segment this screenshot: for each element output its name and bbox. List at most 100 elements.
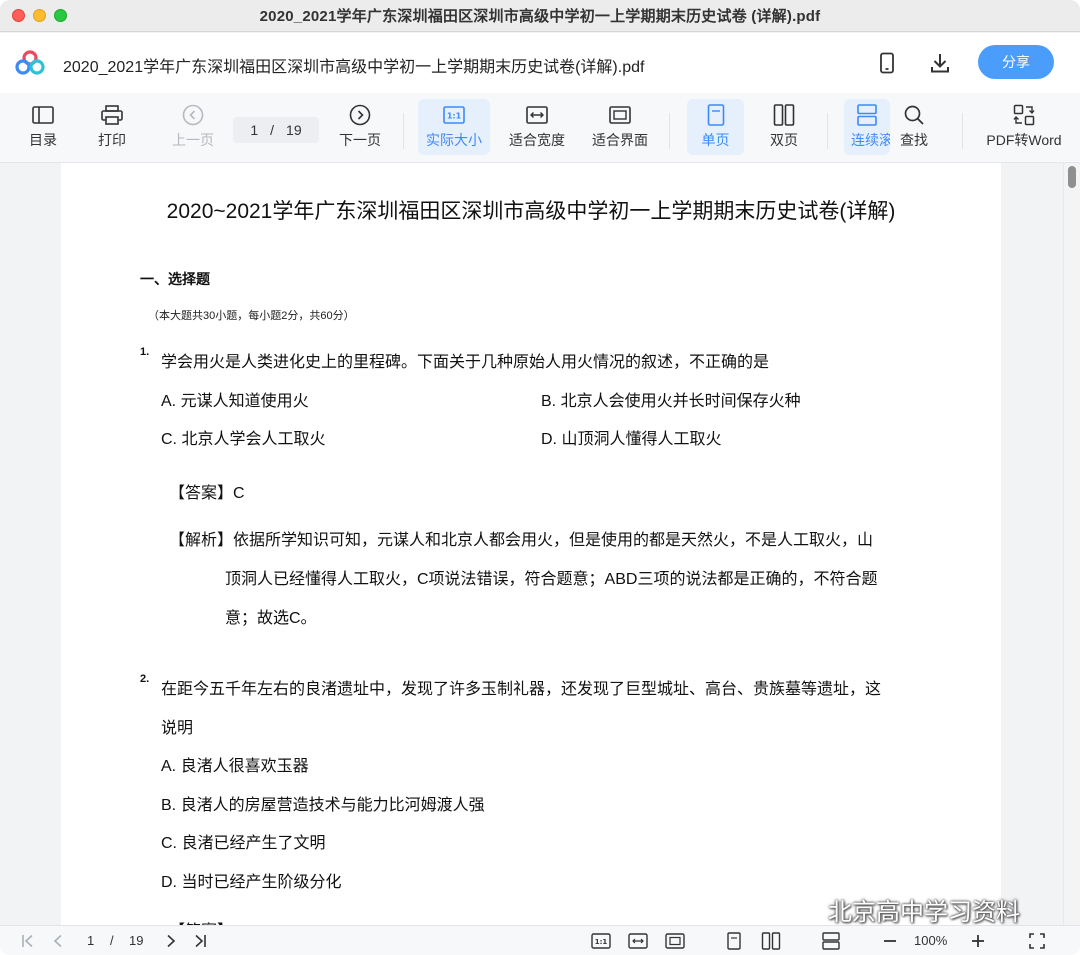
download-icon[interactable] <box>927 50 953 76</box>
actual-size-label: 实际大小 <box>426 132 482 148</box>
question-2-number: 2. <box>140 673 150 685</box>
page-number-input[interactable]: 1 / 19 <box>233 117 319 143</box>
find-label: 查找 <box>900 132 928 148</box>
vertical-scrollbar[interactable] <box>1063 163 1080 925</box>
actual-size-button[interactable]: 1:1 实际大小 <box>418 99 490 155</box>
app-header: 2020_2021学年广东深圳福田区深圳市高级中学初一上学期期末历史试卷(详解)… <box>0 33 1080 93</box>
toolbar-divider <box>669 113 670 149</box>
zoom-in-icon[interactable] <box>968 931 988 951</box>
title-bar: 2020_2021学年广东深圳福田区深圳市高级中学初一上学期期末历史试卷 (详解… <box>0 0 1080 32</box>
single-page-button[interactable]: 单页 <box>687 99 744 155</box>
convert-icon <box>1013 104 1035 126</box>
document-viewport[interactable]: 2020~2021学年广东深圳福田区深圳市高级中学初一上学期期末历史试卷(详解)… <box>0 163 1080 925</box>
continuous-small-icon[interactable] <box>820 931 842 951</box>
question-2-option-d: D. 当时已经产生阶级分化 <box>161 874 342 891</box>
document-name: 2020_2021学年广东深圳福田区深圳市高级中学初一上学期期末历史试卷(详解)… <box>63 59 645 76</box>
svg-text:1:1: 1:1 <box>447 112 462 121</box>
bottom-total-pages: 19 <box>129 933 144 948</box>
prev-page-label: 上一页 <box>172 132 214 148</box>
first-page-icon[interactable] <box>18 931 38 951</box>
question-1-analysis-line-3: 意；故选C。 <box>225 610 317 627</box>
question-1-analysis-line-1: 【解析】依据所学知识可知，元谋人和北京人都会用火，但是使用的都是天然火，不是人工… <box>169 532 874 549</box>
bottom-page-separator: / <box>110 933 114 948</box>
maximize-window-button[interactable] <box>54 9 67 22</box>
toolbar-divider <box>827 113 828 149</box>
fit-width-icon <box>526 106 548 124</box>
toc-label: 目录 <box>29 132 57 148</box>
fit-width-button[interactable]: 适合宽度 <box>506 99 568 155</box>
chevron-left-circle-icon <box>182 104 204 126</box>
watermark-text: 北京高中学习资料 <box>828 899 1020 926</box>
next-page-icon[interactable] <box>161 931 181 951</box>
toolbar: 目录 打印 上一页 1 / 19 下一页 1:1 实际大小 适合宽度 适合界面 … <box>0 93 1080 163</box>
question-1-stem: 学会用火是人类进化史上的里程碑。下面关于几种原始人用火情况的叙述，不正确的是 <box>161 354 770 371</box>
continuous-scroll-label: 连续滚 <box>851 132 890 148</box>
fit-page-icon <box>609 106 631 124</box>
single-page-label: 单页 <box>701 132 730 148</box>
prev-page-button[interactable]: 上一页 <box>170 99 216 155</box>
question-1-option-d: D. 山顶洞人懂得人工取火 <box>541 431 722 448</box>
double-page-icon <box>773 104 795 126</box>
fit-page-label: 适合界面 <box>592 132 648 148</box>
search-icon <box>904 105 924 125</box>
document-title: 2020~2021学年广东深圳福田区深圳市高级中学初一上学期期末历史试卷(详解) <box>166 200 896 223</box>
app-window: 2020_2021学年广东深圳福田区深圳市高级中学初一上学期期末历史试卷 (详解… <box>0 0 1080 955</box>
print-button[interactable]: 打印 <box>91 99 133 155</box>
page-separator: / <box>270 122 275 138</box>
total-pages: 19 <box>286 122 302 138</box>
question-1-answer: 【答案】C <box>169 485 245 502</box>
question-2-option-b: B. 良渚人的房屋营造技术与能力比河姆渡人强 <box>161 797 485 814</box>
double-page-small-icon[interactable] <box>760 931 782 951</box>
fullscreen-icon[interactable] <box>1027 931 1047 951</box>
question-1-option-c: C. 北京人学会人工取火 <box>161 431 326 448</box>
single-page-small-icon[interactable] <box>724 931 744 951</box>
minimize-window-button[interactable] <box>33 9 46 22</box>
scrollbar-thumb[interactable] <box>1068 166 1076 188</box>
find-button[interactable]: 查找 <box>893 99 935 155</box>
fit-width-small-icon[interactable] <box>627 931 649 951</box>
previous-page-icon[interactable] <box>48 931 68 951</box>
zoom-level[interactable]: 100% <box>914 933 947 948</box>
section-heading: 一、选择题 <box>140 271 210 287</box>
question-2-option-a: A. 良渚人很喜欢玉器 <box>161 758 309 775</box>
sidebar-icon <box>32 106 54 124</box>
question-2-stem-line-2: 说明 <box>161 720 194 737</box>
question-2-option-c: C. 良渚已经产生了文明 <box>161 835 326 852</box>
question-1-analysis-line-2: 顶洞人已经懂得人工取火，C项说法错误，符合题意；ABD三项的说法都是正确的，不符… <box>225 571 878 588</box>
question-2-stem-line-1: 在距今五千年左右的良渚遗址中，发现了许多玉制礼器，还发现了巨型城址、高台、贵族墓… <box>161 681 882 698</box>
watermark: 北京高中学习资料 <box>786 892 1020 927</box>
toolbar-divider <box>962 113 963 149</box>
cloud-logo-icon <box>15 50 45 75</box>
double-page-button[interactable]: 双页 <box>760 99 808 155</box>
bottom-current-page[interactable]: 1 <box>87 933 94 948</box>
double-page-label: 双页 <box>770 132 798 148</box>
zoom-out-icon[interactable] <box>880 931 900 951</box>
toolbar-divider <box>403 113 404 149</box>
svg-text:1:1: 1:1 <box>595 938 608 946</box>
continuous-scroll-button[interactable]: 连续滚 <box>844 99 890 155</box>
fit-page-button[interactable]: 适合界面 <box>589 99 651 155</box>
fit-page-small-icon[interactable] <box>664 931 686 951</box>
share-button[interactable]: 分享 <box>978 45 1054 79</box>
single-page-icon <box>707 104 724 126</box>
print-label: 打印 <box>98 132 126 148</box>
continuous-scroll-icon <box>857 104 877 126</box>
pdf-to-word-button[interactable]: PDF转Word <box>984 99 1064 155</box>
printer-icon <box>101 105 123 125</box>
bottom-bar: 1 / 19 1:1 100% <box>0 925 1080 955</box>
toc-button[interactable]: 目录 <box>22 99 64 155</box>
close-window-button[interactable] <box>12 9 25 22</box>
next-page-button[interactable]: 下一页 <box>337 99 383 155</box>
pdf-page: 2020~2021学年广东深圳福田区深圳市高级中学初一上学期期末历史试卷(详解)… <box>61 163 1001 925</box>
question-1-option-a: A. 元谋人知道使用火 <box>161 393 309 410</box>
last-page-icon[interactable] <box>190 931 210 951</box>
window-title: 2020_2021学年广东深圳福田区深圳市高级中学初一上学期期末历史试卷 (详解… <box>259 8 821 25</box>
next-page-label: 下一页 <box>339 132 381 148</box>
fit-width-label: 适合宽度 <box>509 132 565 148</box>
section-note: （本大题共30小题，每小题2分，共60分） <box>148 310 355 322</box>
question-2-answer: 【答案】C <box>169 917 245 925</box>
question-1-number: 1. <box>140 346 150 358</box>
actual-size-small-icon[interactable]: 1:1 <box>590 931 612 951</box>
window-controls <box>12 9 67 22</box>
phone-icon[interactable] <box>874 50 900 76</box>
